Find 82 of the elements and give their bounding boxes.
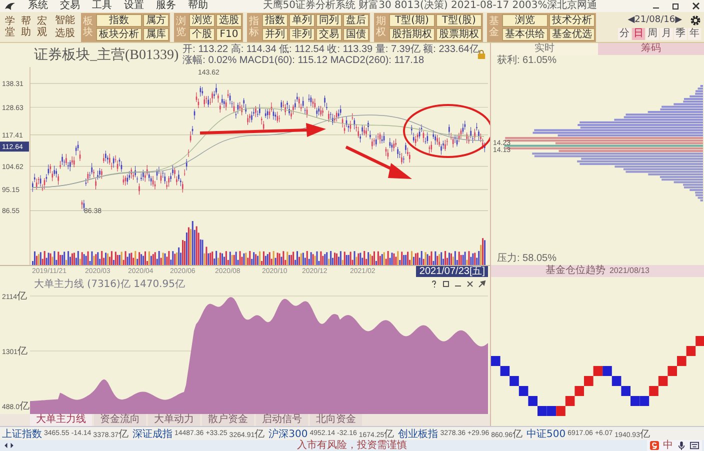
chart-info: 涨幅: 0.02% MACD1(60): 115.12 MACD2(260): 117.18 — [182, 54, 426, 66]
period-tab[interactable]: 周 — [646, 28, 659, 40]
chart-title: 证券板块_主营(B01339) — [34, 46, 179, 64]
restore-icon[interactable] — [672, 2, 680, 10]
arrow — [345, 145, 412, 179]
settings-icon[interactable] — [690, 14, 701, 26]
period-tab[interactable]: 月 — [660, 28, 673, 40]
period-tab[interactable]: 季 — [674, 28, 687, 40]
toolbar-button[interactable]: 浏览 — [189, 14, 215, 26]
group-label: 浏览 — [175, 14, 187, 40]
help-icon[interactable] — [430, 280, 438, 288]
scroll-arrows-icon[interactable] — [3, 442, 15, 449]
close-icon[interactable] — [466, 280, 474, 288]
toolbar-button[interactable]: 股指期权 — [389, 28, 435, 40]
toolbar-button[interactable]: 智能 — [53, 14, 77, 27]
microphone-icon[interactable] — [677, 441, 686, 450]
cursor-date: 2021/07/23[五] — [416, 266, 488, 278]
group-label: 板块 — [82, 14, 94, 40]
toolbar-button[interactable]: 技术分析 — [549, 14, 595, 26]
pin-icon[interactable] — [478, 280, 486, 288]
toolbar-button[interactable]: 交易 — [316, 28, 342, 40]
panel-date: 2021/08/13 — [609, 265, 650, 277]
chart-info: 开: 113.22 高: 114.34 低: 112.54 收: 113.39 量: 7.39亿 额: 233.64亿 — [182, 44, 480, 55]
index-name[interactable]: 上证指数 — [2, 426, 42, 440]
toolbar-button[interactable]: T型(股) — [436, 14, 482, 26]
indicator-title: 大单主力线 (7316)亿 1470.95亿 — [34, 278, 185, 292]
risk-notice: 入市有风险，投资需谨慎 — [297, 440, 407, 451]
panel-tab[interactable]: 实时 — [491, 43, 598, 55]
pressure-label: 压力: 58.05% — [496, 253, 558, 264]
input-mode[interactable]: 中 — [663, 440, 673, 451]
toolbar-button[interactable]: 国债 — [343, 28, 369, 40]
toolbar-button[interactable]: 帮助 — [19, 13, 33, 41]
toolbar-button[interactable]: 并列 — [262, 28, 288, 40]
panel-title: 基金仓位趋势 — [545, 265, 606, 277]
toolbar-button[interactable]: 指数 — [96, 14, 142, 26]
date-navigator[interactable]: ◀21/08/16▶ — [628, 15, 682, 25]
toolbar-button[interactable]: 选股 — [216, 14, 242, 26]
toolbar-button[interactable]: 基金优选 — [549, 28, 595, 40]
toolbar-button[interactable]: 属库 — [143, 28, 169, 40]
toolbar-button[interactable]: 股票期权 — [436, 28, 482, 40]
period-tab[interactable]: 分 — [618, 28, 631, 40]
period-tab[interactable]: 日 — [632, 28, 645, 40]
toolbar-button[interactable]: 学堂 — [3, 13, 17, 41]
input-method-icon[interactable] — [650, 441, 659, 450]
toolbar-button[interactable]: F10 — [216, 28, 242, 40]
index-name[interactable]: 深证成指 — [132, 426, 172, 440]
toolbar-button[interactable]: 非列 — [289, 28, 315, 40]
period-tab[interactable]: 年 — [688, 28, 701, 40]
indicator-tab[interactable]: 启动信号 — [256, 414, 308, 426]
toolbar-button[interactable]: 选股 — [53, 27, 77, 40]
group-label: 基金 — [488, 14, 500, 40]
close-icon[interactable] — [692, 2, 700, 10]
indicator-tab[interactable]: 散户资金 — [202, 414, 254, 426]
indicator-tab[interactable]: 资金流向 — [94, 414, 146, 426]
logo-icon — [4, 1, 16, 11]
toolbar-button[interactable]: 基本供给 — [502, 28, 548, 40]
toolbar-button[interactable]: 单列 — [289, 14, 315, 26]
index-name[interactable]: 沪深300 — [268, 426, 308, 440]
panel-tab[interactable]: 筹码 — [598, 43, 704, 55]
menu-item[interactable]: 工具 — [92, 0, 112, 12]
toolbar-button[interactable]: 板块分析 — [96, 28, 142, 40]
indicator-tab[interactable]: 北向资金 — [310, 414, 362, 426]
toolbar-button[interactable]: 宏观 — [35, 13, 49, 41]
toolbar-button[interactable]: 同列 — [316, 14, 342, 26]
index-name[interactable]: 创业板指 — [398, 426, 438, 440]
toolbar-button[interactable]: 盘后 — [343, 14, 369, 26]
index-name[interactable]: 中证500 — [526, 426, 566, 440]
group-label: 期权 — [375, 14, 387, 40]
profit-label: 获利: 61.05% — [496, 55, 558, 67]
toolbar-button[interactable]: 属方 — [143, 14, 169, 26]
group-label: 指标 — [248, 14, 260, 40]
toolbar-button[interactable]: 指数 — [262, 14, 288, 26]
menu-item[interactable]: 设置 — [124, 0, 144, 12]
restore-icon[interactable] — [442, 280, 450, 288]
menu-item[interactable]: 帮助 — [188, 0, 208, 12]
toolbar-button[interactable]: 浏览 — [502, 14, 548, 26]
indicator-tab[interactable]: 大单动力 — [148, 414, 200, 426]
toolbar-button[interactable]: 个股 — [189, 28, 215, 40]
keyboard-icon[interactable] — [690, 441, 699, 450]
indicator-tab[interactable]: 大单主力线 — [30, 414, 92, 426]
menu-item[interactable]: 服务 — [156, 0, 176, 12]
toolbar-button[interactable]: T型(期) — [389, 14, 435, 26]
